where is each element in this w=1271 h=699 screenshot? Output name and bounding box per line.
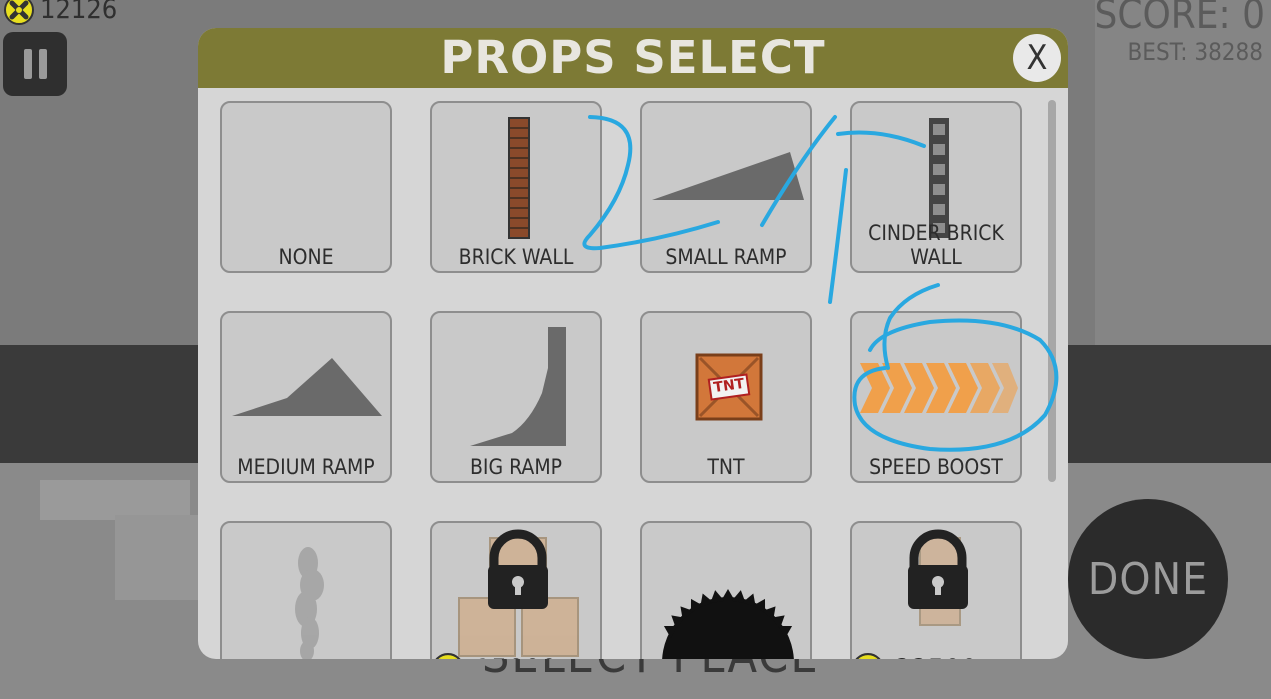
medium-ramp-icon [232,358,382,416]
saw-blade-icon [662,589,794,659]
prop-tile-medium-ramp[interactable]: MEDIUM RAMP [220,311,392,483]
prop-tile-locked-tnt[interactable]: 22500 [850,521,1022,659]
prop-tile-cinder-brick-wall[interactable]: CINDER BRICK WALL [850,101,1022,273]
prop-label: BRICK WALL [458,245,574,269]
pause-button[interactable] [3,32,67,96]
coin-icon [435,653,461,659]
prop-label: SPEED BOOST [869,455,1003,479]
brick-wall-icon [508,117,530,239]
coin-count: 12126 [40,0,118,25]
pause-icon [23,49,32,79]
prop-tile-brick-wall[interactable]: BRICK WALL [430,101,602,273]
prop-label: BIG RAMP [469,455,563,479]
prop-tile-big-ramp[interactable]: BIG RAMP [430,311,602,483]
dialog-title: PROPS SELECT [440,31,826,84]
done-button[interactable]: DONE [1068,499,1228,659]
prop-tile-tnt[interactable]: TNT TNT [640,311,812,483]
prop-label: NONE [278,245,334,269]
best-score: BEST: 38288 [1127,38,1263,66]
smoke-icon [295,547,324,659]
locked-tnt-icon [908,529,968,626]
props-select-dialog: PROPS SELECT X NONE BRICK WALL SMALL RAM… [198,28,1068,659]
prop-tile-none[interactable]: NONE [220,101,392,273]
price-value: 15000 [475,653,558,659]
background-block [115,515,205,600]
big-ramp-icon [470,327,566,446]
done-label: DONE [1087,553,1209,605]
prop-tile-smoke[interactable] [220,521,392,659]
prop-tile-locked-crates[interactable]: 15000 [430,521,602,659]
prop-label: MEDIUM RAMP [237,455,375,479]
coin-counter: 12126 [4,0,117,25]
coin-icon [855,653,881,659]
unlock-price: 22500 [852,653,1020,659]
score-display: SCORE: 0 [1094,0,1266,38]
close-button[interactable]: X [1013,34,1061,82]
speed-boost-icon [860,363,1018,413]
coin-icon [4,0,34,25]
close-label: X [1026,38,1048,78]
pause-icon-bar [38,49,47,79]
prop-tile-saw-blade[interactable] [640,521,812,659]
unlock-price: 15000 [432,653,600,659]
prop-label: TNT [707,455,745,479]
prop-label: CINDER BRICK WALL [868,221,1004,269]
prop-tile-speed-boost[interactable]: SPEED BOOST [850,311,1022,483]
small-ramp-icon [652,152,804,200]
background-block [40,480,190,520]
scrollbar[interactable] [1048,100,1056,482]
prop-tile-small-ramp[interactable]: SMALL RAMP [640,101,812,273]
prop-label: SMALL RAMP [665,245,787,269]
locked-tnt-crates-icon [458,529,579,657]
price-value: 22500 [895,653,978,659]
